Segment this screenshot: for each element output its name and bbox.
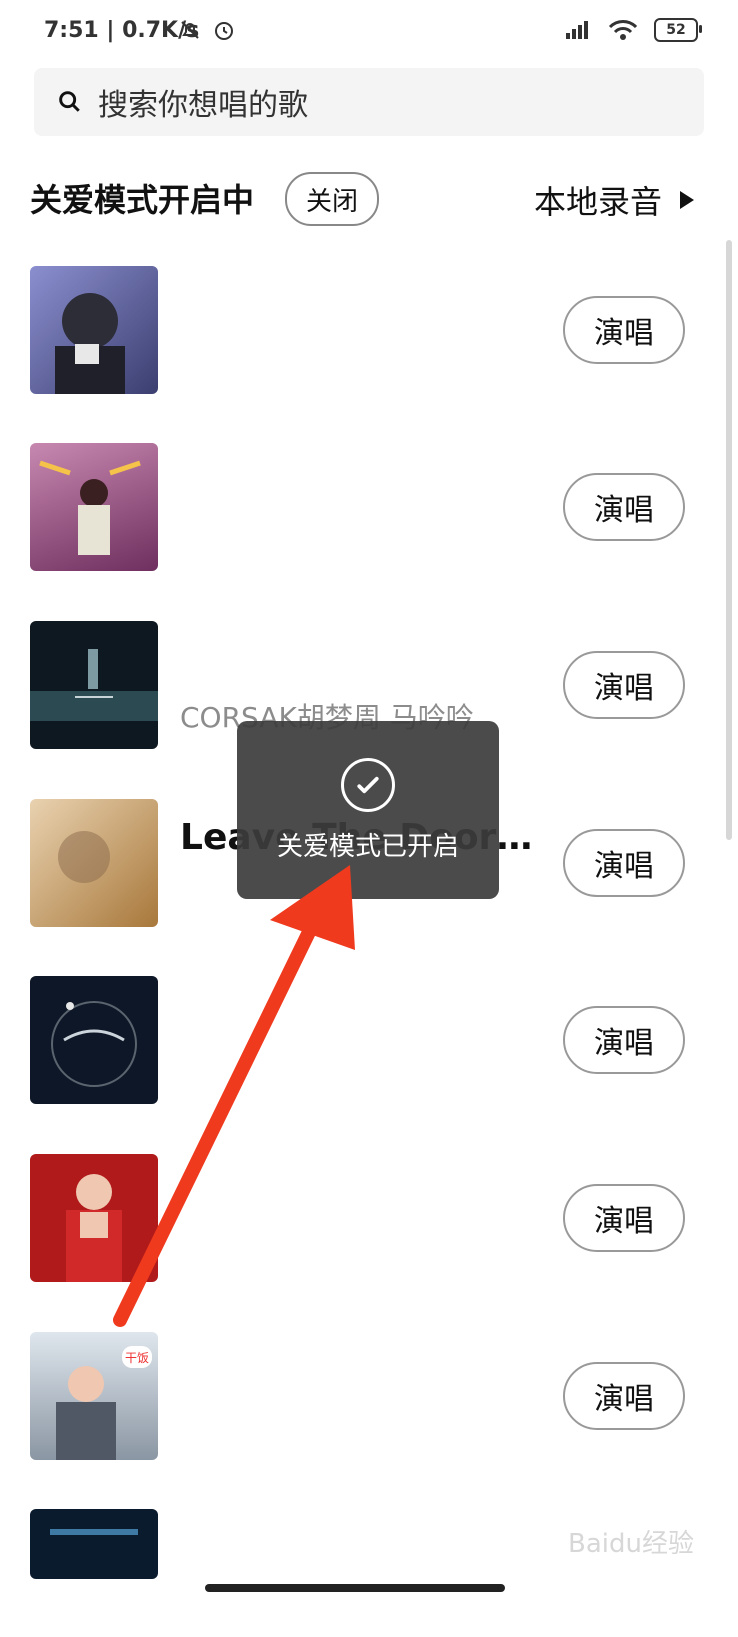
home-indicator[interactable]	[205, 1584, 505, 1592]
red-arrow-annotation-icon	[113, 865, 355, 1327]
baidu-watermark: Baidu经验	[568, 1529, 694, 1559]
